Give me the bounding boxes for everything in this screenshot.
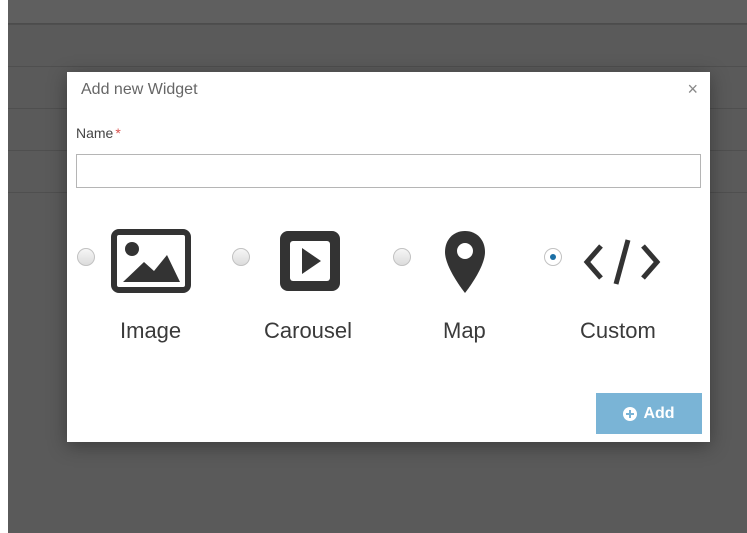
option-label-custom: Custom — [580, 318, 656, 343]
widget-option-map[interactable]: Map — [393, 224, 503, 344]
code-icon — [583, 234, 661, 295]
add-button[interactable]: Add — [596, 393, 702, 434]
radio-map[interactable] — [393, 248, 411, 266]
play-icon — [278, 229, 342, 298]
dialog-title: Add new Widget — [81, 81, 198, 98]
option-label-image: Image — [120, 318, 182, 343]
background-header-bar — [8, 0, 747, 24]
widget-option-custom[interactable]: Custom — [544, 224, 684, 344]
radio-carousel[interactable] — [232, 248, 250, 266]
option-label-carousel: Carousel — [264, 318, 353, 343]
add-widget-dialog: Add new Widget × Name * Image Carousel M… — [67, 72, 710, 442]
required-indicator: * — [115, 125, 121, 141]
add-button-label: Add — [643, 404, 675, 422]
plus-circle-icon — [623, 406, 638, 421]
image-icon — [111, 229, 191, 298]
close-button[interactable]: × — [687, 80, 698, 98]
widget-option-image[interactable]: Image — [77, 224, 197, 344]
map-marker-icon — [443, 229, 487, 300]
radio-image[interactable] — [77, 248, 95, 266]
name-label: Name * — [76, 125, 121, 141]
widget-option-carousel[interactable]: Carousel — [232, 224, 362, 344]
background-row — [8, 24, 747, 64]
name-label-text: Name — [76, 125, 114, 141]
name-input[interactable] — [76, 154, 701, 188]
radio-custom[interactable] — [544, 248, 562, 266]
option-label-map: Map — [443, 318, 486, 343]
